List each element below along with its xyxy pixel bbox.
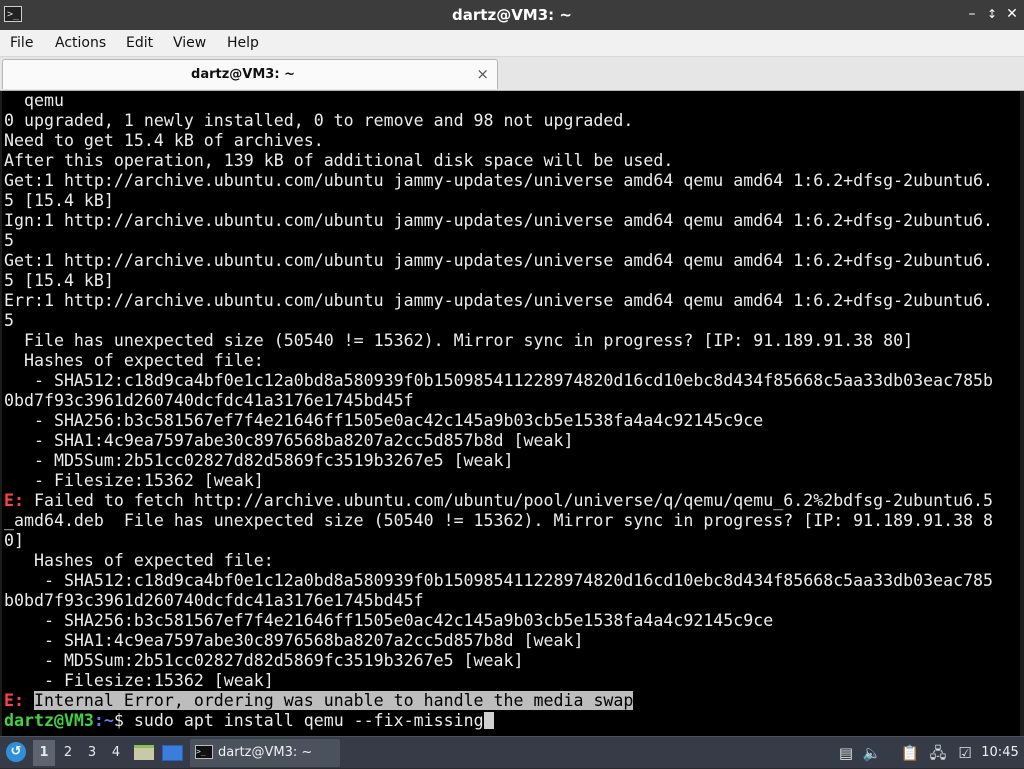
tab-label: dartz@VM3: ~ — [191, 67, 295, 82]
menu-bar: File Actions Edit View Help — [0, 30, 1024, 57]
taskbar: ↺ 1 2 3 4 >_ dartz@VM3: ~ ▤ 🔈 📋 🖧 ☑ 10:4… — [0, 736, 1024, 768]
menu-actions[interactable]: Actions — [55, 30, 106, 56]
error-line: E: Failed to fetch http://archive.ubuntu… — [4, 491, 1024, 511]
clipboard-icon[interactable]: 📋 — [900, 743, 920, 763]
terminal-line: Get:1 http://archive.ubuntu.com/ubuntu j… — [4, 171, 994, 190]
prompt-user-host: dartz@VM3 — [4, 711, 94, 730]
menu-help[interactable]: Help — [227, 30, 259, 56]
terminal-line: 0 upgraded, 1 newly installed, 0 to remo… — [4, 111, 634, 130]
volume-icon[interactable]: 🔈 — [862, 743, 882, 763]
error-prefix: E: — [4, 691, 24, 710]
terminal-line: b0bd7f93c3961d260740dcfdc41a3176e1745bd4… — [4, 591, 424, 610]
prompt-line[interactable]: dartz@VM3:~$ sudo apt install qemu --fix… — [4, 711, 1024, 731]
taskbar-task-terminal[interactable]: >_ dartz@VM3: ~ — [190, 739, 340, 767]
prompt-command[interactable]: sudo apt install qemu --fix-missing — [124, 711, 484, 730]
menu-edit[interactable]: Edit — [126, 30, 153, 56]
selected-error-text[interactable]: Internal Error, ordering was unable to h… — [33, 691, 634, 710]
terminal-line: Hashes of expected file: — [4, 551, 274, 570]
error-text: Failed to fetch http://archive.ubuntu.co… — [23, 491, 994, 510]
terminal-output[interactable]: qemu 0 upgraded, 1 newly installed, 0 to … — [0, 91, 1024, 736]
task-label: dartz@VM3: ~ — [218, 745, 313, 760]
terminal-line: Ign:1 http://archive.ubuntu.com/ubuntu j… — [4, 211, 994, 230]
workspace-4[interactable]: 4 — [105, 740, 127, 766]
terminal-line: - SHA1:4c9ea7597abe30c8976568ba8207a2cc5… — [4, 631, 584, 650]
terminal-line: - SHA256:b3c581567ef7f4e21646ff1505e0ac4… — [4, 611, 774, 630]
tab-bar: dartz@VM3: ~ × — [0, 57, 1024, 91]
terminal-line: - Filesize:15362 [weak] — [4, 471, 264, 490]
workspace-2[interactable]: 2 — [57, 740, 79, 766]
window-title: dartz@VM3: ~ — [452, 6, 572, 24]
menu-file[interactable]: File — [10, 30, 33, 56]
terminal-line: - MD5Sum:2b51cc02827d82d5869fc3519b3267e… — [4, 651, 524, 670]
error-prefix: E: — [4, 491, 24, 510]
terminal-line: - SHA512:c18d9ca4bf0e1c12a0bd8a580939f0b… — [4, 371, 994, 390]
maximize-icon[interactable]: ↕ — [982, 4, 1002, 24]
close-icon[interactable]: ✕ — [1002, 4, 1022, 24]
workspace-1[interactable]: 1 — [33, 740, 55, 766]
workspace-3[interactable]: 3 — [81, 740, 103, 766]
start-menu-icon[interactable]: ↺ — [6, 742, 26, 762]
window-list-icon[interactable]: ▤ — [836, 743, 856, 763]
prompt-path: :~ — [93, 711, 114, 730]
show-desktop-icon[interactable] — [162, 745, 183, 761]
clock[interactable]: 10:45 — [980, 737, 1020, 769]
tab-terminal[interactable]: dartz@VM3: ~ × — [2, 59, 498, 89]
window-titlebar[interactable]: >_ dartz@VM3: ~ – ↕ ✕ — [0, 0, 1024, 30]
terminal-line: Err:1 http://archive.ubuntu.com/ubuntu j… — [4, 291, 994, 310]
terminal-line: Get:1 http://archive.ubuntu.com/ubuntu j… — [4, 251, 994, 270]
terminal-line: 5 — [4, 311, 14, 330]
terminal-line: Hashes of expected file: — [4, 351, 264, 370]
terminal-line: After this operation, 139 kB of addition… — [4, 151, 674, 170]
terminal-line: 0bd7f93c3961d260740dcfdc41a3176e1745bd45… — [4, 391, 414, 410]
terminal-line: qemu — [4, 91, 64, 110]
prompt-symbol: $ — [113, 711, 124, 730]
terminal-line: - Filesize:15362 [weak] — [4, 671, 274, 690]
menu-view[interactable]: View — [173, 30, 206, 56]
terminal-scrollbar[interactable] — [1020, 91, 1024, 736]
terminal-line: 5 [15.4 kB] — [4, 271, 114, 290]
terminal-line: Need to get 15.4 kB of archives. — [4, 131, 324, 150]
checkbox-icon[interactable]: ☑ — [955, 743, 975, 763]
terminal-line: - SHA1:4c9ea7597abe30c8976568ba8207a2cc5… — [4, 431, 574, 450]
terminal-line: - MD5Sum:2b51cc02827d82d5869fc3519b3267e… — [4, 451, 514, 470]
terminal-text: qemu 0 upgraded, 1 newly installed, 0 to … — [2, 91, 1024, 731]
terminal-line: _amd64.deb File has unexpected size (505… — [4, 511, 994, 530]
terminal-icon: >_ — [195, 745, 213, 759]
terminal-line: 5 — [4, 231, 14, 250]
file-manager-icon[interactable] — [134, 745, 154, 760]
network-icon[interactable]: 🖧 — [928, 743, 948, 763]
error-line: E: Internal Error, ordering was unable t… — [4, 691, 1024, 711]
text-cursor — [483, 712, 494, 729]
terminal-line: 5 [15.4 kB] — [4, 191, 114, 210]
minimize-icon[interactable]: – — [962, 4, 982, 24]
terminal-line: - SHA256:b3c581567ef7f4e21646ff1505e0ac4… — [4, 411, 764, 430]
terminal-line: File has unexpected size (50540 != 15362… — [4, 331, 914, 350]
terminal-line: - SHA512:c18d9ca4bf0e1c12a0bd8a580939f0b… — [4, 571, 994, 590]
tab-close-icon[interactable]: × — [476, 60, 489, 88]
terminal-line: 0] — [4, 531, 24, 550]
